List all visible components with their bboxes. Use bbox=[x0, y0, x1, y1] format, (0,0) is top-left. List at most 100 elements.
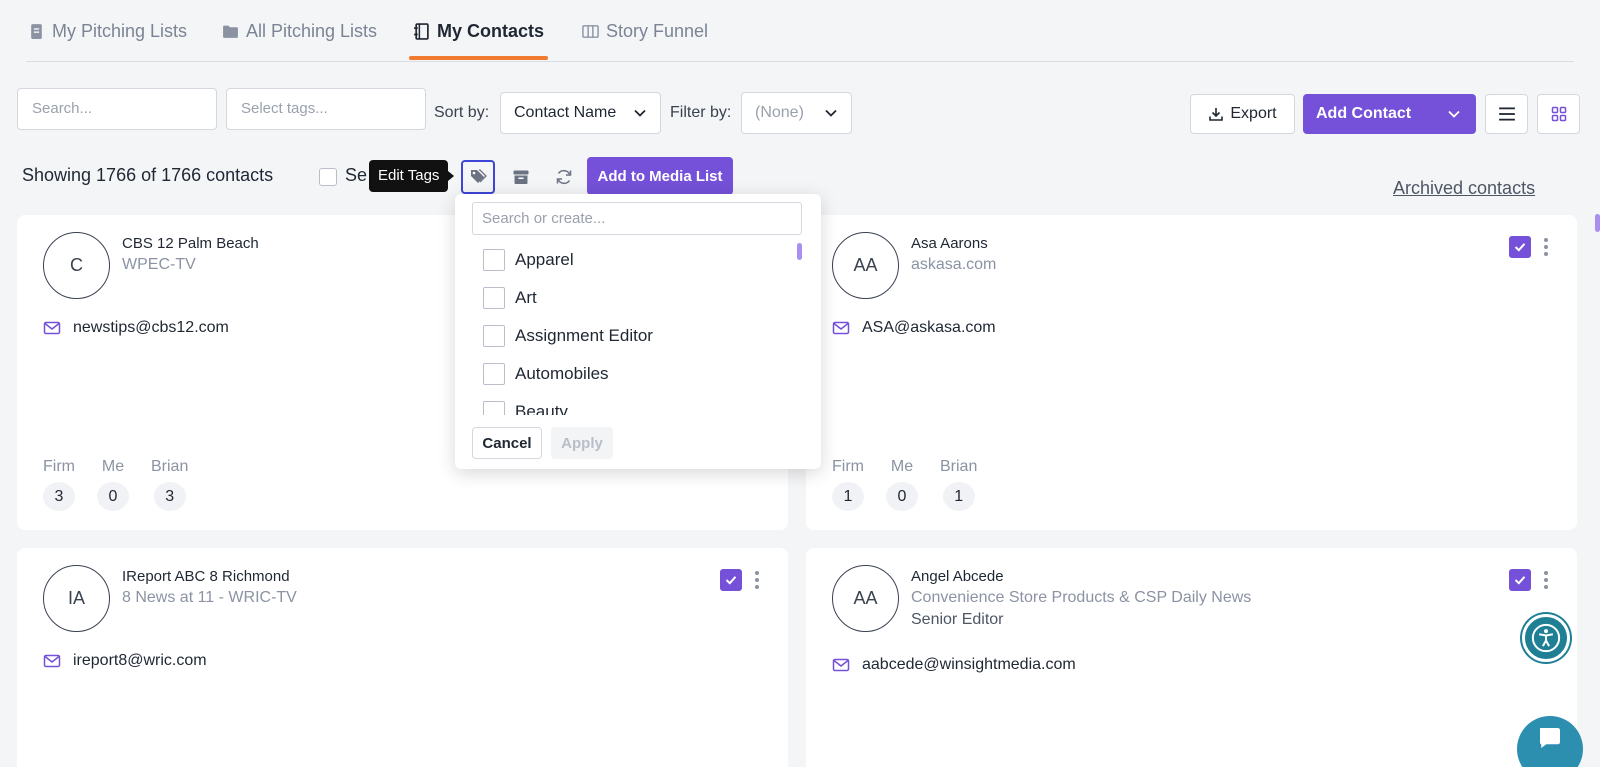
tab-my-pitching-lists[interactable]: My Pitching Lists bbox=[28, 18, 187, 44]
stat-firm: Firm 3 bbox=[43, 458, 75, 511]
contact-outlet: askasa.com bbox=[911, 256, 997, 273]
archived-contacts-link[interactable]: Archived contacts bbox=[1393, 178, 1535, 199]
select-all-label: Se bbox=[345, 165, 368, 185]
contact-select-checkbox[interactable] bbox=[1509, 569, 1531, 591]
stat-value: 3 bbox=[43, 482, 75, 511]
more-options-icon[interactable] bbox=[1543, 238, 1549, 256]
search-input[interactable]: Search... bbox=[17, 88, 217, 130]
folder-icon bbox=[223, 25, 238, 38]
add-contact-menu-toggle[interactable] bbox=[1432, 94, 1476, 134]
refresh-button[interactable] bbox=[547, 160, 581, 194]
stat-value: 1 bbox=[942, 482, 975, 511]
stat-value: 1 bbox=[832, 482, 864, 511]
chevron-down-icon bbox=[1448, 110, 1460, 118]
export-button[interactable]: Export bbox=[1190, 94, 1295, 134]
stat-me: Me 0 bbox=[886, 458, 918, 511]
stat-label: Firm bbox=[43, 458, 75, 475]
stat-value: 3 bbox=[153, 482, 186, 511]
edit-tags-button[interactable] bbox=[461, 160, 495, 194]
tag-checkbox[interactable] bbox=[483, 363, 505, 385]
tag-option[interactable]: Apparel bbox=[483, 249, 574, 271]
stat-brian: Brian 1 bbox=[940, 458, 977, 511]
contact-name[interactable]: Angel Abcede bbox=[911, 568, 1004, 585]
contact-select-checkbox[interactable] bbox=[1509, 236, 1531, 258]
tags-select-input[interactable]: Select tags... bbox=[226, 88, 426, 130]
avatar: AA bbox=[832, 565, 899, 632]
add-contact-button[interactable]: Add Contact bbox=[1303, 94, 1476, 134]
stat-me: Me 0 bbox=[97, 458, 129, 511]
contact-title: Senior Editor bbox=[911, 611, 1004, 628]
contact-outlet: WPEC-TV bbox=[122, 256, 196, 273]
tag-label: Assignment Editor bbox=[515, 326, 653, 345]
stat-label: Firm bbox=[832, 458, 864, 475]
tag-checkbox[interactable] bbox=[483, 401, 505, 415]
avatar: AA bbox=[832, 232, 899, 299]
contact-card[interactable]: IA IReport ABC 8 Richmond 8 News at 11 -… bbox=[17, 548, 788, 767]
tag-search-input[interactable]: Search or create... bbox=[472, 202, 802, 235]
avatar: C bbox=[43, 232, 110, 299]
select-all-checkbox[interactable] bbox=[319, 168, 337, 186]
tag-label: Beauty bbox=[515, 402, 568, 415]
mail-icon bbox=[43, 321, 61, 335]
tag-checkbox[interactable] bbox=[483, 249, 505, 271]
apply-button[interactable]: Apply bbox=[551, 427, 613, 459]
contact-email[interactable]: newstips@cbs12.com bbox=[73, 319, 229, 337]
stat-value: 0 bbox=[97, 482, 129, 511]
download-icon bbox=[1209, 108, 1224, 121]
notebook-icon bbox=[414, 22, 429, 40]
cancel-button[interactable]: Cancel bbox=[472, 427, 542, 459]
list-view-button[interactable] bbox=[1485, 94, 1528, 134]
mail-icon bbox=[832, 321, 850, 335]
tag-checkbox[interactable] bbox=[483, 287, 505, 309]
contact-name[interactable]: IReport ABC 8 Richmond bbox=[122, 568, 290, 585]
page-scrollbar[interactable] bbox=[1595, 214, 1600, 232]
grid-view-button[interactable] bbox=[1537, 94, 1580, 134]
contact-email[interactable]: aabcede@winsightmedia.com bbox=[862, 656, 1076, 674]
accessibility-button[interactable] bbox=[1522, 614, 1570, 662]
tab-my-contacts[interactable]: My Contacts bbox=[409, 18, 549, 60]
tag-checkbox[interactable] bbox=[483, 325, 505, 347]
stat-label: Brian bbox=[151, 458, 189, 475]
tag-list-scrollbar[interactable] bbox=[797, 243, 802, 260]
edit-tags-tooltip: Edit Tags bbox=[369, 160, 455, 192]
tab-label: All Pitching Lists bbox=[246, 20, 378, 41]
tag-option[interactable]: Automobiles bbox=[483, 363, 609, 385]
contact-email[interactable]: ireport8@wric.com bbox=[73, 652, 207, 670]
tag-option[interactable]: Assignment Editor bbox=[483, 325, 653, 347]
tag-option[interactable]: Beauty bbox=[483, 401, 568, 415]
tag-option[interactable]: Art bbox=[483, 287, 537, 309]
tab-label: My Contacts bbox=[437, 20, 545, 41]
check-icon bbox=[1514, 576, 1526, 585]
contact-email-row: ASA@askasa.com bbox=[832, 319, 996, 337]
refresh-icon bbox=[556, 169, 572, 185]
tag-label: Automobiles bbox=[515, 364, 609, 383]
stat-value: 0 bbox=[886, 482, 918, 511]
tag-list[interactable]: Apparel Art Assignment Editor Automobile… bbox=[472, 244, 794, 415]
contact-email[interactable]: ASA@askasa.com bbox=[862, 319, 996, 337]
more-options-icon[interactable] bbox=[1543, 571, 1549, 589]
avatar: IA bbox=[43, 565, 110, 632]
stat-brian: Brian 3 bbox=[151, 458, 188, 511]
tags-icon bbox=[471, 169, 487, 183]
add-to-media-list-button[interactable]: Add to Media List bbox=[587, 157, 733, 195]
more-options-icon[interactable] bbox=[754, 571, 760, 589]
stat-firm: Firm 1 bbox=[832, 458, 864, 511]
contact-name[interactable]: Asa Aarons bbox=[911, 235, 988, 252]
sort-select[interactable]: Contact Name bbox=[500, 92, 661, 134]
document-icon bbox=[31, 23, 42, 39]
tag-label: Apparel bbox=[515, 250, 574, 269]
filter-label: Filter by: bbox=[670, 104, 732, 121]
tab-all-pitching-lists[interactable]: All Pitching Lists bbox=[222, 18, 377, 44]
mail-icon bbox=[43, 654, 61, 668]
contact-card[interactable]: AA Angel Abcede Convenience Store Produc… bbox=[806, 548, 1577, 767]
filter-select[interactable]: (None) bbox=[741, 92, 852, 134]
tab-story-funnel[interactable]: Story Funnel bbox=[582, 18, 708, 44]
contact-select-checkbox[interactable] bbox=[720, 569, 742, 591]
contact-name[interactable]: CBS 12 Palm Beach bbox=[122, 235, 259, 252]
archive-button[interactable] bbox=[504, 160, 538, 194]
chevron-down-icon bbox=[634, 109, 646, 117]
contact-card[interactable]: AA Asa Aarons askasa.com ASA@askasa.com … bbox=[806, 215, 1577, 530]
contact-stats: Firm 3 Me 0 Brian 3 bbox=[43, 458, 188, 511]
stat-label: Me bbox=[101, 458, 125, 475]
columns-icon bbox=[582, 24, 599, 38]
